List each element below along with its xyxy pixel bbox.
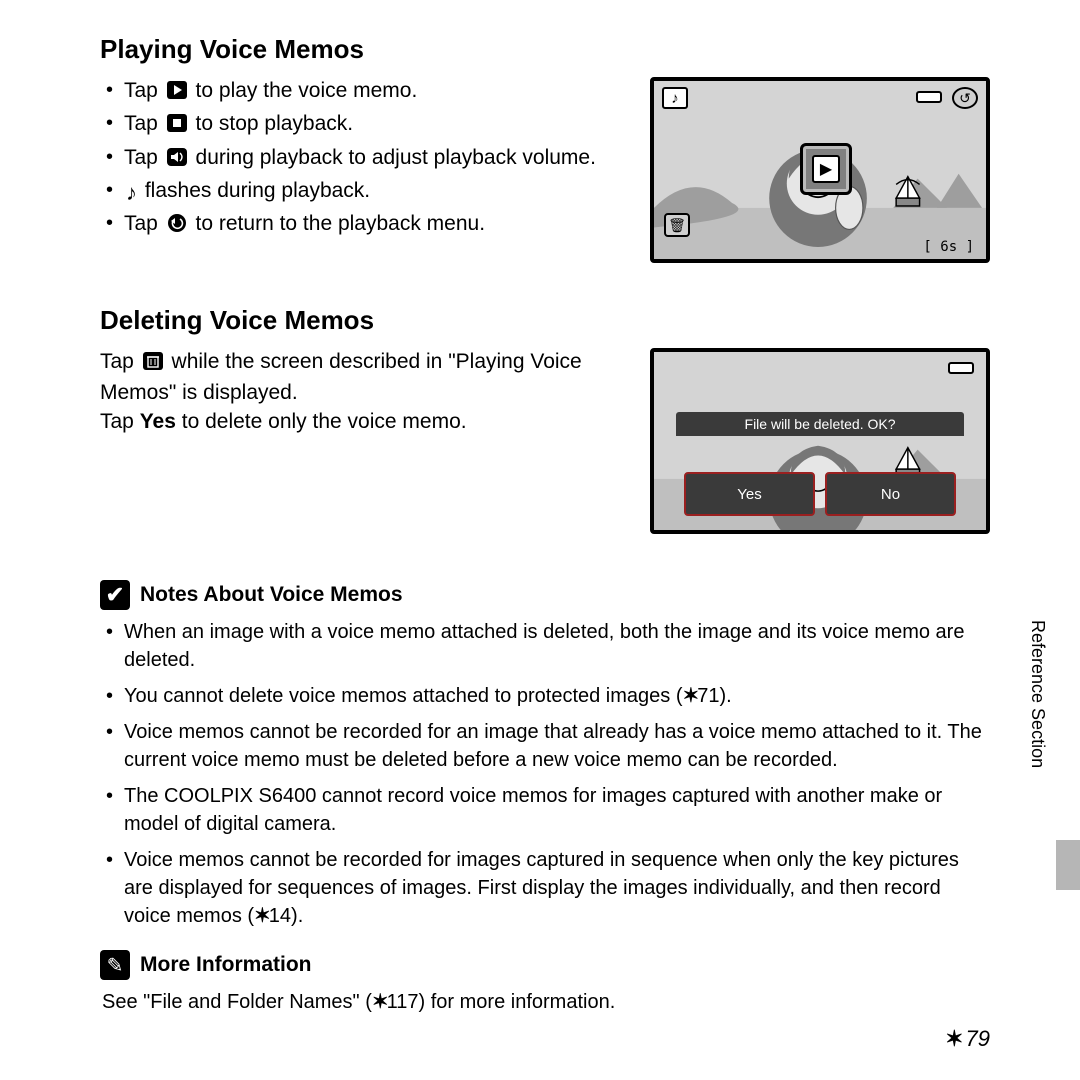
playing-item: Tap to play the voice memo. (100, 77, 622, 108)
playback-time: 6s (923, 239, 974, 255)
playback-screen: ♪ ↺ ▶ 🗑 6s (650, 77, 990, 263)
deleting-text: Tap while the screen described in "Playi… (100, 348, 622, 436)
dialog-button-row: Yes No (684, 472, 956, 516)
deleting-line1: Tap while the screen described in "Playi… (100, 348, 622, 408)
playing-item: Tap to return to the playback menu. (100, 210, 622, 241)
notes-item: The COOLPIX S6400 cannot record voice me… (100, 782, 990, 838)
playing-list: Tap to play the voice memo.Tap to stop p… (100, 77, 622, 242)
deleting-heading: Deleting Voice Memos (100, 305, 990, 336)
notes-header: ✔ Notes About Voice Memos (100, 580, 990, 610)
section-tab (1056, 840, 1080, 890)
music-note-icon[interactable]: ♪ (662, 87, 688, 109)
stop-square-icon (166, 115, 188, 138)
section-tab-label: Reference Section (1027, 620, 1048, 768)
notes-item: When an image with a voice memo attached… (100, 618, 990, 674)
delete-dialog-message: File will be deleted. OK? (676, 412, 964, 436)
deleting-line2: Tap Yes to delete only the voice memo. (100, 408, 622, 436)
trash-icon[interactable]: 🗑 (664, 213, 690, 237)
deleting-section: Deleting Voice Memos Tap while the scree… (100, 305, 990, 534)
reference-glyph-icon: ✶ (945, 1026, 961, 1052)
playing-row: Tap to play the voice memo.Tap to stop p… (100, 77, 990, 263)
dialog-no-button[interactable]: No (825, 472, 956, 516)
more-info-heading: More Information (140, 953, 312, 977)
playing-item: Tap during playback to adjust playback v… (100, 144, 622, 175)
deleting-screen-col: File will be deleted. OK? Yes No (650, 348, 990, 534)
minimize-icon[interactable] (916, 91, 942, 103)
return-circle-icon (166, 215, 188, 238)
dialog-yes-button[interactable]: Yes (684, 472, 815, 516)
playing-section: Playing Voice Memos Tap to play the voic… (100, 34, 990, 263)
notes-item: Voice memos cannot be recorded for an im… (100, 718, 990, 774)
more-info-header: ✎ More Information (100, 950, 990, 980)
minimize-icon[interactable] (948, 362, 974, 374)
playing-item: Tap to stop playback. (100, 110, 622, 141)
playing-heading: Playing Voice Memos (100, 34, 990, 65)
playing-text: Tap to play the voice memo.Tap to stop p… (100, 77, 622, 244)
play-square-icon (166, 82, 188, 105)
play-button[interactable]: ▶ (800, 143, 852, 195)
playing-item: ♪ flashes during playback. (100, 177, 622, 208)
delete-confirm-screen: File will be deleted. OK? Yes No (650, 348, 990, 534)
notes-item: Voice memos cannot be recorded for image… (100, 846, 990, 930)
music-note-icon: ♪ (126, 182, 137, 205)
more-info-section: ✎ More Information See "File and Folder … (100, 950, 990, 1016)
notes-item: You cannot delete voice memos attached t… (100, 682, 990, 710)
notes-section: ✔ Notes About Voice Memos When an image … (100, 580, 990, 930)
reference-icon: ✶ (254, 905, 269, 927)
return-icon[interactable]: ↺ (952, 87, 978, 109)
reference-icon: ✶ (372, 991, 387, 1013)
trash-icon-inline (142, 353, 164, 376)
checkmark-icon: ✔ (100, 580, 130, 610)
notes-list: When an image with a voice memo attached… (100, 618, 990, 930)
pencil-icon: ✎ (100, 950, 130, 980)
reference-icon: ✶ (683, 685, 698, 707)
notes-heading: Notes About Voice Memos (140, 583, 403, 607)
more-info-body: See "File and Folder Names" (✶🔗117117) f… (100, 988, 990, 1016)
playing-screen-col: ♪ ↺ ▶ 🗑 6s (650, 77, 990, 263)
volume-icon (166, 149, 188, 172)
deleting-row: Tap while the screen described in "Playi… (100, 348, 990, 534)
page-number: ✶ 79 (945, 1026, 990, 1052)
